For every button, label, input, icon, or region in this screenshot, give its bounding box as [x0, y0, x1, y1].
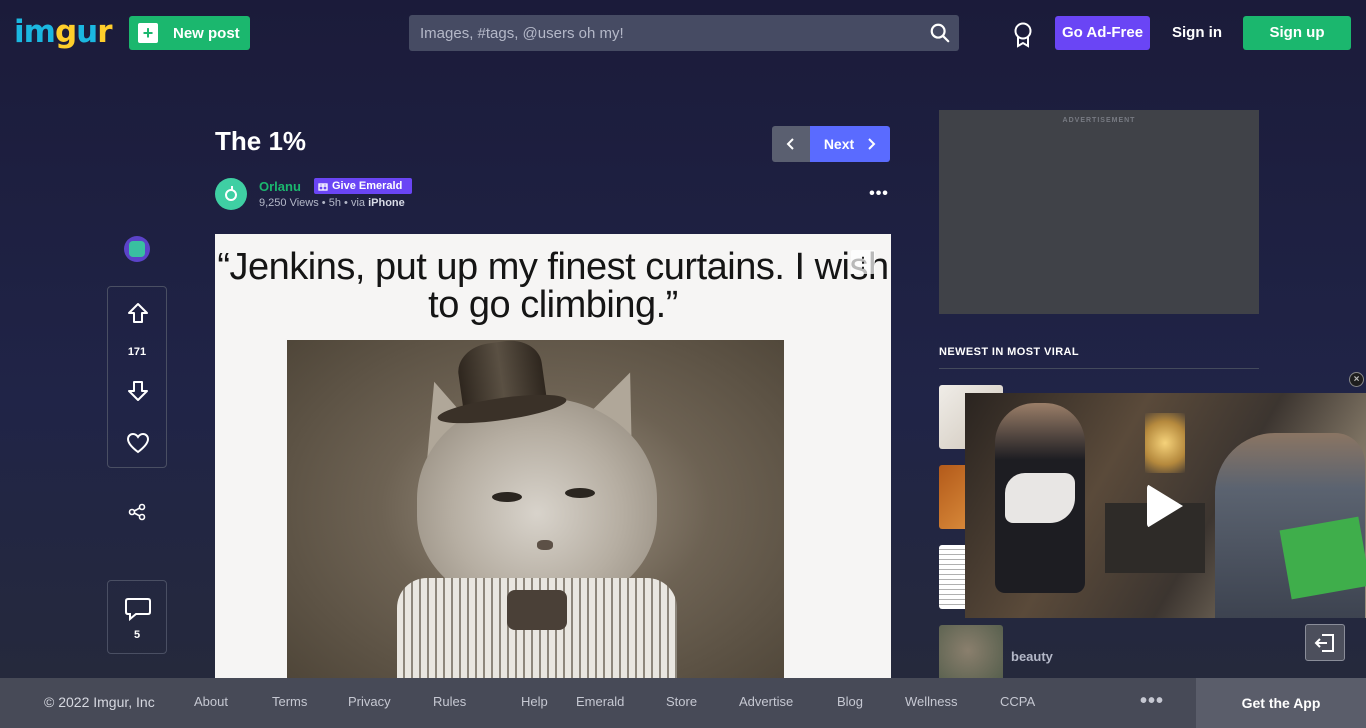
cat-photo	[287, 336, 784, 678]
viral-heading: NEWEST IN MOST VIRAL	[939, 346, 1079, 358]
post-image[interactable]: “Jenkins, put up my finest curtains. I w…	[215, 234, 891, 678]
gift-icon	[318, 183, 328, 191]
advertisement-box[interactable]: ADVERTISEMENT	[939, 110, 1259, 314]
post-meta: 9,250 Views • 5h • via iPhone	[259, 197, 405, 209]
comment-count: 5	[133, 629, 141, 641]
footer-link-blog[interactable]: Blog	[837, 694, 905, 709]
give-emerald-label: Give Emerald	[332, 180, 403, 192]
play-icon[interactable]	[1147, 484, 1183, 528]
divider	[939, 368, 1259, 369]
cravat	[507, 590, 567, 630]
image-caption-text: “Jenkins, put up my finest curtains. I w…	[217, 246, 889, 326]
emerald-gem-icon[interactable]	[124, 236, 150, 262]
award-ribbon-icon[interactable]	[1012, 22, 1034, 48]
sign-in-link[interactable]: Sign in	[1164, 16, 1230, 50]
chevron-left-icon	[786, 138, 794, 150]
footer-link-ccpa[interactable]: CCPA	[1000, 694, 1035, 709]
footer-link-rules[interactable]: Rules	[433, 694, 521, 709]
meta-separator: •	[321, 197, 329, 209]
upvote-arrow-icon[interactable]	[126, 301, 150, 325]
footer: © 2022 Imgur, Inc About Terms Privacy Ru…	[0, 678, 1366, 728]
meta-separator: •	[344, 197, 351, 209]
footer-link-emerald[interactable]: Emerald	[576, 694, 666, 709]
via-label: via	[350, 197, 366, 209]
cat-eye-right	[565, 488, 595, 498]
footer-link-help[interactable]: Help	[521, 694, 576, 709]
imgur-logo[interactable]: imgur	[14, 14, 113, 50]
view-count: 9,250 Views	[259, 197, 319, 209]
footer-link-advertise[interactable]: Advertise	[739, 694, 837, 709]
video-lamp	[1145, 413, 1185, 473]
floating-video-player[interactable]	[965, 393, 1366, 618]
sign-up-button[interactable]: Sign up	[1243, 16, 1351, 50]
search-icon[interactable]	[929, 22, 951, 44]
previous-post-button[interactable]	[772, 126, 810, 162]
give-emerald-button[interactable]: Give Emerald	[314, 178, 412, 194]
viral-thumbnail-title[interactable]: beauty	[1011, 649, 1053, 664]
chevron-right-icon	[868, 138, 876, 150]
new-post-button[interactable]: + New post	[129, 16, 250, 50]
footer-link-store[interactable]: Store	[666, 694, 739, 709]
go-ad-free-button[interactable]: Go Ad-Free	[1055, 16, 1150, 50]
share-icon[interactable]	[128, 503, 146, 521]
vote-panel: 171	[107, 286, 167, 468]
avatar-glyph-icon	[225, 186, 237, 201]
post-age: 5h	[328, 197, 341, 209]
next-label: Next	[823, 136, 855, 152]
close-video-icon[interactable]: ×	[1349, 372, 1364, 387]
cat-nose	[537, 540, 553, 550]
cat-eye-left	[492, 492, 522, 502]
heart-icon[interactable]	[126, 432, 150, 454]
more-options-icon[interactable]: •••	[866, 186, 892, 202]
vote-count: 171	[127, 346, 147, 358]
footer-link-terms[interactable]: Terms	[272, 694, 348, 709]
advertisement-label: ADVERTISEMENT	[1062, 117, 1136, 124]
author-name[interactable]: Orlanu	[259, 179, 301, 194]
video-gift	[1279, 516, 1366, 600]
next-post-button[interactable]: Next	[810, 126, 890, 162]
post-navigation: Next	[772, 126, 890, 162]
footer-link-privacy[interactable]: Privacy	[348, 694, 433, 709]
search-input[interactable]	[409, 15, 919, 51]
top-bar: imgur + New post Go Ad-Free Sign in Sign…	[0, 0, 1366, 66]
exit-icon	[1314, 633, 1334, 652]
comment-bubble-icon	[125, 598, 151, 622]
downvote-arrow-icon[interactable]	[126, 379, 150, 403]
post-title: The 1%	[215, 126, 307, 156]
via-source: iPhone	[368, 197, 405, 209]
new-post-label: New post	[173, 24, 240, 42]
video-tissue-paper	[1005, 473, 1075, 523]
search-bar	[409, 15, 959, 51]
footer-link-wellness[interactable]: Wellness	[905, 694, 1000, 709]
comments-button[interactable]: 5	[107, 580, 167, 654]
footer-more-icon[interactable]: •••	[1140, 690, 1164, 713]
footer-link-about[interactable]: About	[194, 694, 272, 709]
get-the-app-button[interactable]: Get the App	[1196, 678, 1366, 728]
footer-links: About Terms Privacy Rules Help Emerald S…	[194, 694, 1035, 709]
cat-head	[417, 398, 657, 608]
author-avatar[interactable]	[215, 178, 247, 210]
plus-icon: +	[138, 23, 158, 43]
exit-video-button[interactable]	[1305, 624, 1345, 661]
image-menu-icon[interactable]: ⋮	[851, 250, 875, 274]
copyright: © 2022 Imgur, Inc	[44, 694, 155, 710]
